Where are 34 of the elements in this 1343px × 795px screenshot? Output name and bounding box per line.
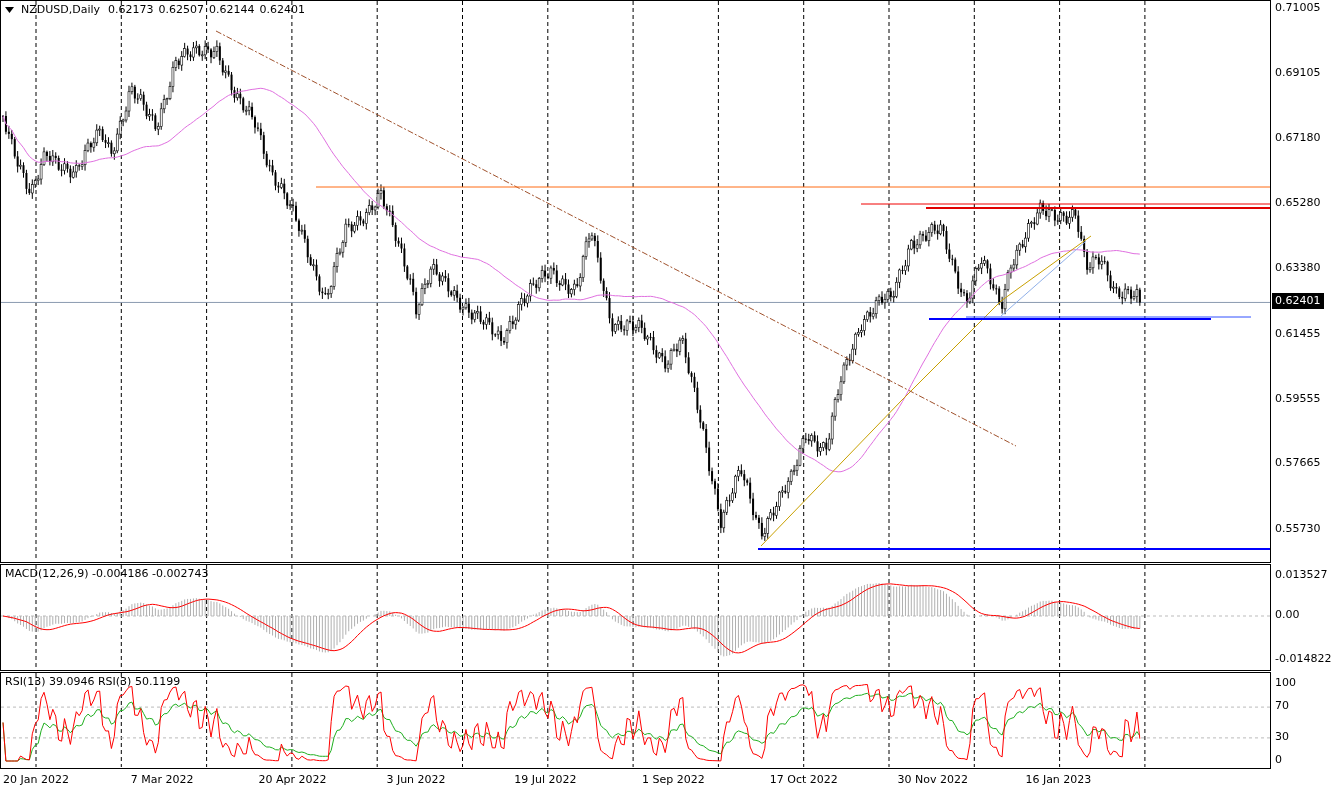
macd-axis-label: 0.013527	[1275, 568, 1328, 582]
date-axis-label: 30 Nov 2022	[897, 773, 969, 786]
ohlc-value: 0.62144	[209, 3, 255, 16]
price-axis-label: 0.69105	[1275, 65, 1321, 80]
rsi-axis-label: 100	[1275, 676, 1296, 690]
dropdown-triangle-icon[interactable]	[5, 6, 14, 13]
date-axis-label: 1 Sep 2022	[642, 773, 705, 786]
rsi-axis-label: 30	[1275, 729, 1289, 744]
macd-axis-label: 0.00	[1275, 608, 1300, 622]
date-axis-label: 17 Oct 2022	[769, 773, 838, 786]
rsi-axis-label: 70	[1275, 699, 1289, 714]
date-axis-label: 3 Jun 2022	[386, 773, 446, 786]
price-axis-label: 0.67180	[1275, 131, 1321, 146]
price-axis-label: 0.65280	[1275, 196, 1321, 211]
macd-axis-label: -0.014822	[1275, 651, 1332, 666]
price-axis-label: 0.71005	[1275, 1, 1321, 15]
date-axis-label: 20 Jan 2022	[3, 773, 69, 786]
price-axis-label: 0.63380	[1275, 261, 1321, 276]
price-axis-label: 0.55730	[1275, 521, 1321, 536]
date-axis-label: 20 Apr 2022	[258, 773, 327, 786]
rsi-indicator-label: RSI(13) 39.0946 RSI(3) 50.1199	[5, 675, 181, 688]
date-axis-label: 19 Jul 2022	[514, 773, 577, 786]
date-axis-label: 7 Mar 2022	[130, 773, 194, 786]
price-axis-label: 0.59555	[1275, 391, 1321, 406]
current-price-label: 0.62401	[1272, 293, 1324, 310]
ohlc-value: 0.62173	[108, 3, 154, 16]
macd-indicator-label: MACD(12,26,9) -0.004186 -0.002743	[5, 567, 209, 580]
price-axis-label: 0.61455	[1275, 326, 1321, 341]
price-axis-label: 0.57665	[1275, 455, 1321, 470]
date-axis-label: 16 Jan 2023	[1025, 773, 1092, 786]
rsi-axis-label: 0	[1275, 753, 1282, 767]
ohlc-value: 0.62507	[158, 3, 205, 16]
ohlc-value: 0.62401	[259, 3, 306, 16]
symbol-timeframe-label: NZDUSD,Daily	[21, 3, 101, 16]
